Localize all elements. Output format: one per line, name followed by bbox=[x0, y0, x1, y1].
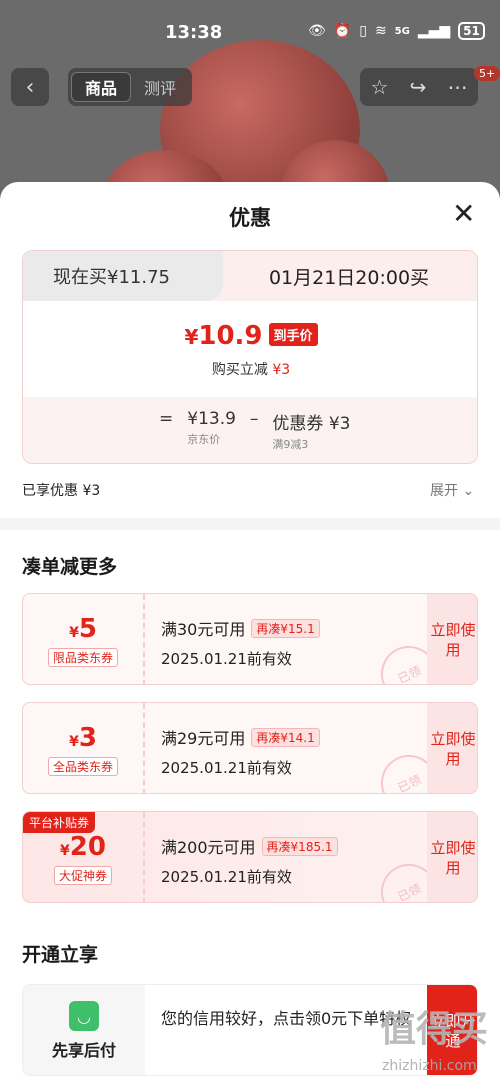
action-group: ☆ ↪ ⋯ bbox=[360, 68, 478, 106]
status-icons: 👁 ⏰ ▯ ≋ 5G ▂▄▆ 51 bbox=[308, 22, 485, 40]
coupon-card[interactable]: ¥ 5 限品类东券 满30元可用 再凑¥15.1 2025.01.21前有效 已… bbox=[22, 593, 478, 685]
pay-later-label: 先享后付 bbox=[51, 1041, 116, 1060]
share-icon[interactable]: ↪ bbox=[410, 75, 427, 99]
use-now-button[interactable]: 立即使用 bbox=[427, 812, 477, 902]
star-icon[interactable]: ☆ bbox=[371, 75, 389, 99]
chevron-left-icon: ‹ bbox=[25, 74, 35, 100]
coupon-expiry: 2025.01.21前有效 bbox=[161, 868, 292, 886]
alarm-icon: ⏰ bbox=[333, 23, 352, 39]
coupon-gap-tag: 再凑¥14.1 bbox=[251, 727, 320, 747]
instant-discount-label: 购买立减 bbox=[211, 362, 268, 378]
message-badge: 5+ bbox=[474, 66, 500, 81]
back-button[interactable]: ‹ bbox=[11, 68, 49, 106]
coupon-condition-row: 满29元可用 再凑¥14.1 bbox=[161, 725, 320, 749]
coupon-type: 限品类东券 bbox=[47, 647, 118, 667]
coupon-type: 大促神券 bbox=[53, 865, 112, 885]
coupon-condition: 满29元可用 bbox=[161, 729, 246, 748]
tab-buy-later[interactable]: 01月21日20:00买 bbox=[219, 251, 477, 301]
coupon-expiry: 2025.01.21前有效 bbox=[161, 650, 292, 668]
coupon-info: 满29元可用 再凑¥14.1 2025.01.21前有效 bbox=[161, 725, 320, 778]
base-price-label: 京东价 bbox=[187, 433, 221, 446]
price-card-tabs: 现在买¥11.75 01月21日20:00买 bbox=[23, 251, 477, 301]
coupon-gap-tag: 再凑¥15.1 bbox=[251, 618, 320, 638]
base-price-col: ¥13.9 京东价 bbox=[187, 409, 236, 447]
segment-tabs: 商品 测评 bbox=[68, 68, 192, 106]
coupon-condition-row: 满200元可用 再凑¥185.1 bbox=[161, 834, 338, 858]
watermark-url: zhizhizhi.com bbox=[382, 1058, 477, 1074]
coupon-gap-tag: 再凑¥185.1 bbox=[261, 836, 338, 856]
base-price: ¥13.9 bbox=[187, 409, 236, 429]
coupon-amount-block: ¥ 3 全品类东券 bbox=[23, 703, 145, 793]
coupon-col: 优惠券 ¥3 满9减3 bbox=[272, 409, 350, 452]
coupon-amount-block: ¥ 5 限品类东券 bbox=[23, 594, 145, 684]
use-now-button[interactable]: 立即使用 bbox=[427, 703, 477, 793]
network-label: 5G bbox=[394, 25, 410, 37]
coupon-type: 全品类东券 bbox=[47, 756, 118, 776]
coupon-amount: 优惠券 ¥3 bbox=[272, 414, 351, 434]
coupon-value-number: 3 bbox=[78, 722, 97, 753]
coupon-condition: 满30元可用 bbox=[161, 620, 246, 639]
price-calculation: = ¥13.9 京东价 – 优惠券 ¥3 满9减3 bbox=[23, 397, 477, 463]
battery-icon: 51 bbox=[458, 22, 485, 40]
final-price: ¥ 10.9 到手价 bbox=[23, 321, 477, 351]
coupon-rule: 满9减3 bbox=[272, 438, 309, 451]
use-now-button[interactable]: 立即使用 bbox=[427, 594, 477, 684]
watermark-logo: 值得买 bbox=[380, 1009, 489, 1050]
currency-symbol: ¥ bbox=[69, 733, 79, 750]
coupon-value: ¥ 20 bbox=[60, 832, 106, 862]
close-icon[interactable]: ✕ bbox=[452, 200, 475, 228]
coupon-condition: 满200元可用 bbox=[161, 838, 256, 857]
eye-icon: 👁 bbox=[308, 23, 326, 39]
vibrate-icon: ▯ bbox=[359, 23, 367, 39]
currency-symbol: ¥ bbox=[69, 624, 79, 641]
coupon-value-number: 5 bbox=[78, 613, 97, 644]
divider bbox=[0, 518, 500, 530]
tab-review[interactable]: 测评 bbox=[131, 72, 189, 102]
minus-sign: – bbox=[249, 409, 259, 429]
more-icon[interactable]: ⋯ bbox=[447, 75, 467, 99]
pay-later-block: ◡ 先享后付 bbox=[23, 985, 145, 1075]
coupon-info: 满30元可用 再凑¥15.1 2025.01.21前有效 bbox=[161, 616, 320, 669]
tab-buy-now[interactable]: 现在买¥11.75 bbox=[23, 251, 223, 301]
coupon-condition-row: 满30元可用 再凑¥15.1 bbox=[161, 616, 320, 640]
top-bar: ‹ 商品 测评 ☆ ↪ ⋯ bbox=[0, 68, 500, 106]
coupon-value-number: 20 bbox=[69, 831, 106, 862]
final-price-value: 10.9 bbox=[198, 321, 263, 351]
expand-button[interactable]: 展开 ⌄ bbox=[430, 480, 474, 500]
tab-product[interactable]: 商品 bbox=[71, 72, 131, 102]
signal-icon: ▂▄▆ bbox=[417, 23, 451, 39]
shopping-bag-icon: ◡ bbox=[69, 1001, 99, 1031]
instant-discount-value: ¥3 bbox=[272, 362, 291, 378]
coupon-info: 满200元可用 再凑¥185.1 2025.01.21前有效 bbox=[161, 834, 338, 887]
equals-sign: = bbox=[159, 409, 174, 429]
enjoyed-discount: 已享优惠 ¥3 bbox=[22, 483, 101, 499]
discount-sheet: 优惠 ✕ 现在买¥11.75 01月21日20:00买 ¥ 10.9 到手价 购… bbox=[0, 182, 500, 1085]
calc-row: = ¥13.9 京东价 – 优惠券 ¥3 满9减3 bbox=[159, 409, 350, 452]
sheet-title: 优惠 bbox=[229, 206, 271, 230]
coupon-card[interactable]: ¥ 3 全品类东券 满29元可用 再凑¥14.1 2025.01.21前有效 已… bbox=[22, 702, 478, 794]
final-price-block: ¥ 10.9 到手价 购买立减 ¥3 bbox=[23, 301, 477, 397]
coupon-card[interactable]: ¥ 20 大促神券 平台补贴券 满200元可用 再凑¥185.1 2025.01… bbox=[22, 811, 478, 903]
wifi-icon: ≋ bbox=[374, 23, 387, 39]
section-title-more: 凑单减更多 bbox=[22, 556, 118, 578]
section-title-open: 开通立享 bbox=[22, 944, 99, 966]
price-card: 现在买¥11.75 01月21日20:00买 ¥ 10.9 到手价 购买立减 ¥… bbox=[22, 250, 478, 464]
status-bar: 13:38 👁 ⏰ ▯ ≋ 5G ▂▄▆ 51 bbox=[0, 18, 500, 48]
coupon-value: ¥ 5 bbox=[69, 614, 97, 644]
currency-symbol: ¥ bbox=[184, 325, 199, 349]
coupon-value: ¥ 3 bbox=[69, 723, 97, 753]
subsidy-ribbon: 平台补贴券 bbox=[23, 812, 96, 833]
status-time: 13:38 bbox=[165, 22, 223, 43]
coupon-expiry: 2025.01.21前有效 bbox=[161, 759, 292, 777]
instant-discount: 购买立减 ¥3 bbox=[23, 359, 477, 379]
currency-symbol: ¥ bbox=[60, 842, 70, 859]
final-price-tag: 到手价 bbox=[268, 323, 318, 346]
